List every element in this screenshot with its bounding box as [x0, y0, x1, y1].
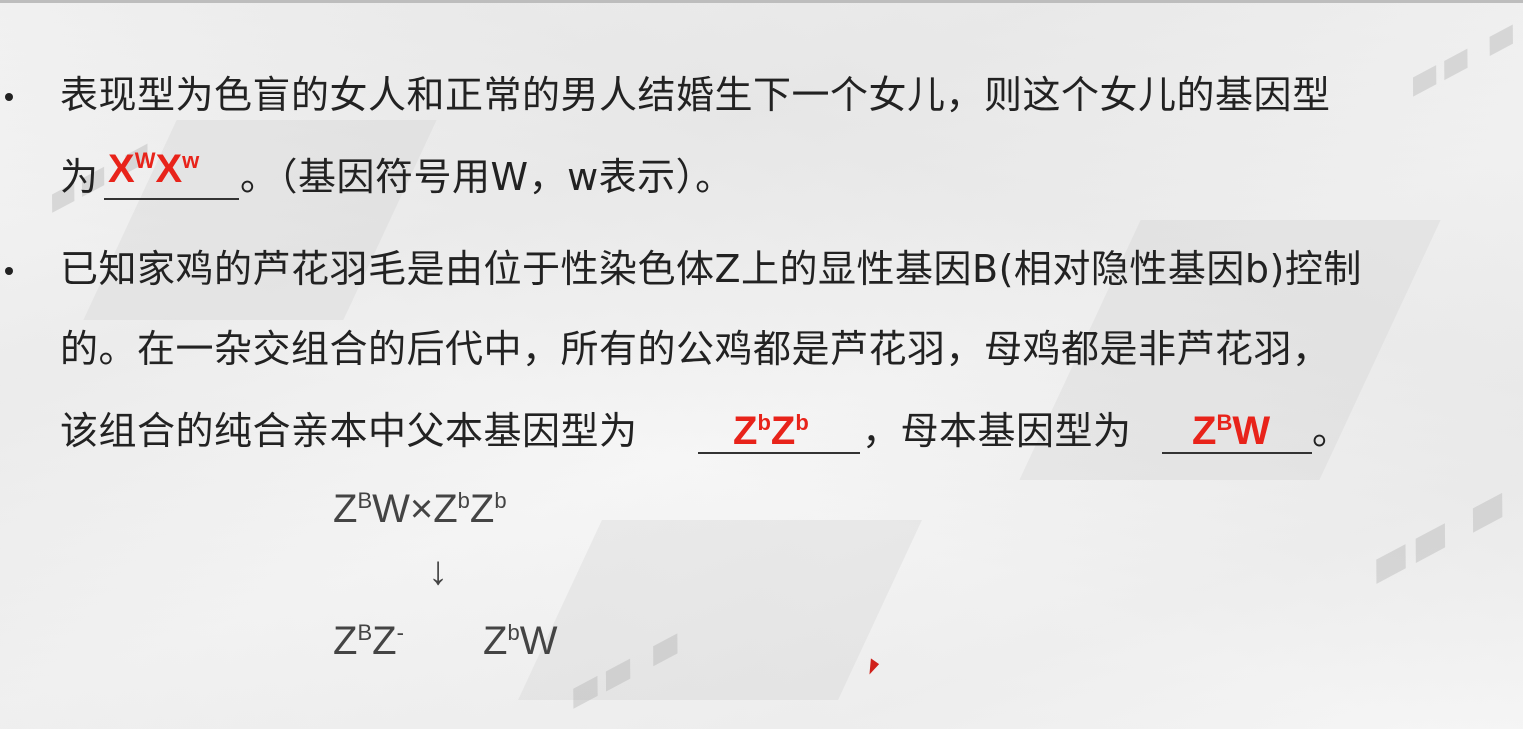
- cross-parents: ZBW×ZbZb: [333, 487, 507, 531]
- question2-line3-mid: ，母本基因型为: [862, 409, 1132, 453]
- bullet-point: [5, 267, 13, 275]
- question2-line1: 已知家鸡的芦花羽毛是由位于性染色体Z上的显性基因B(相对隐性基因b)控制: [60, 247, 1362, 291]
- question1-line1: 表现型为色盲的女人和正常的男人结婚生下一个女儿，则这个女儿的基因型: [60, 73, 1331, 117]
- question2-line3-suffix: 。: [1312, 409, 1351, 453]
- bullet-point: [5, 93, 13, 101]
- question1-line2-prefix: 为: [60, 155, 99, 199]
- answer-daughter-genotype: XWXw: [108, 147, 200, 191]
- answer-blank: [104, 198, 239, 200]
- question2-line3-prefix: 该组合的纯合亲本中父本基因型为: [60, 409, 638, 453]
- watermark-logo: ▰▰ ▰: [1394, 4, 1523, 110]
- top-border: [0, 0, 1523, 3]
- slide-background: ▰▰ ▰ ▰▰ ▰ ▰▰ ▰ ▰▰ ▰ 表现型为色盲的女人和正常的男人结婚生下一…: [0, 0, 1523, 729]
- cross-offspring-female: ZbW: [483, 619, 558, 663]
- answer-father-genotype: ZbZb: [733, 409, 809, 453]
- question1-line2-suffix: 。（基因符号用W，w表示）。: [240, 155, 734, 199]
- question2-line2: 的。在一杂交组合的后代中，所有的公鸡都是芦花羽，母鸡都是非芦花羽，: [60, 327, 1331, 371]
- watermark-logo: ▰▰ ▰: [1353, 467, 1521, 601]
- answer-mother-genotype: ZBW: [1192, 409, 1271, 453]
- cross-arrow: ↓: [428, 549, 448, 593]
- pointer-cursor-icon: [862, 658, 880, 676]
- cross-offspring-male: ZBZ-: [333, 619, 404, 663]
